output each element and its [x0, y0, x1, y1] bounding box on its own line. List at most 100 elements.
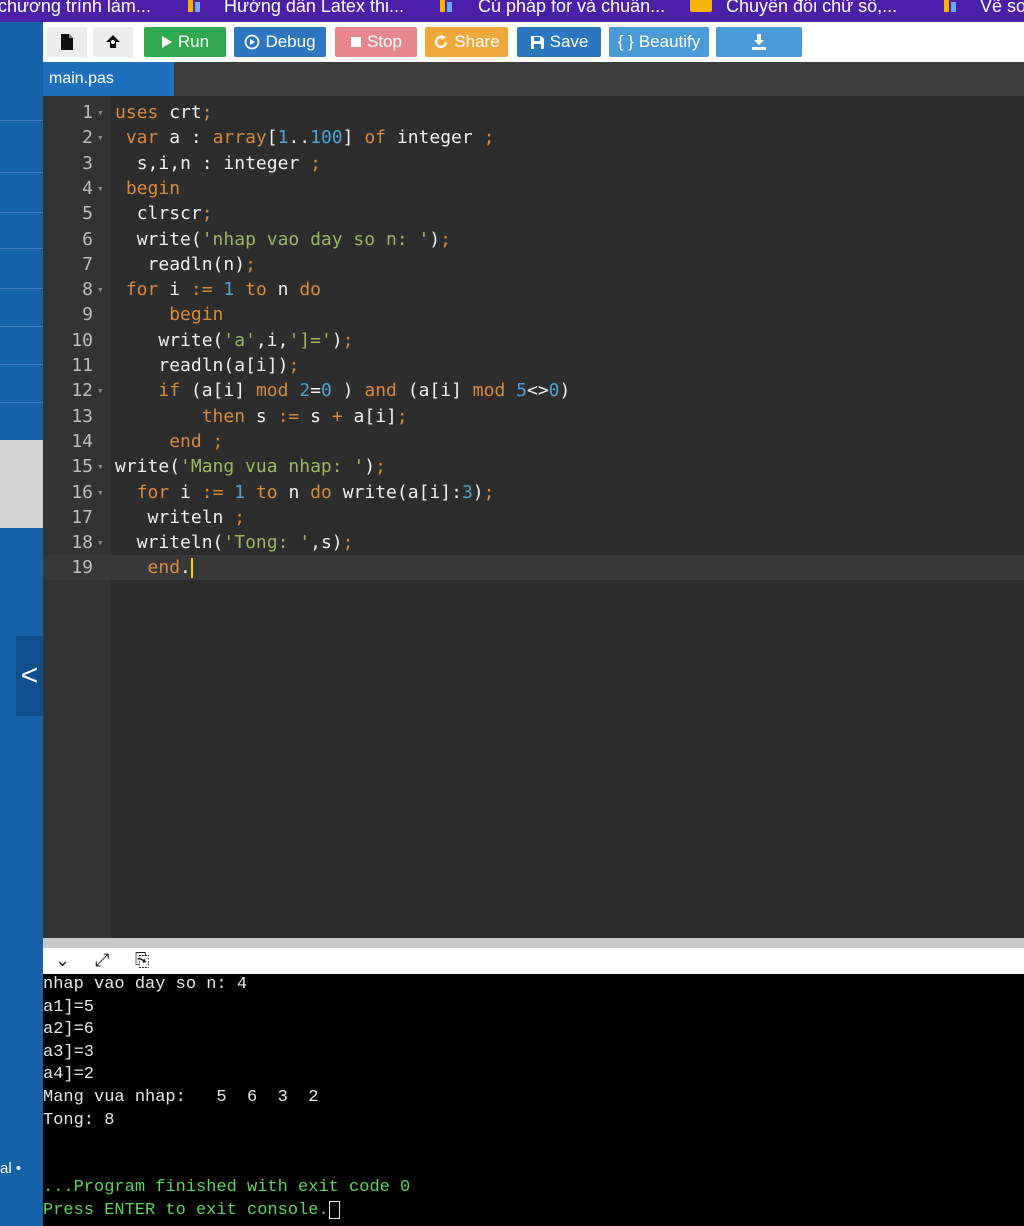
- code-line[interactable]: 4 ▾ begin: [43, 176, 1024, 201]
- code-text: for i := 1 to n do: [125, 279, 322, 301]
- play-icon: [161, 36, 172, 48]
- console-line: a2]=6: [43, 1020, 95, 1040]
- line-number: 14: [71, 430, 93, 452]
- output-console[interactable]: nhap vao day so n: 4 a1]=5 a2]=6 a3]=3 a4]=2…: [43, 974, 1024, 1226]
- code-text: var a : array[1..100] of integer ;: [125, 127, 495, 149]
- line-number: 19: [71, 557, 93, 579]
- console-line: Mang vua nhap: 5 6 3 2: [43, 1088, 319, 1107]
- code-line[interactable]: 16 ▾ for i := 1 to n do write(a[i]:3);: [43, 480, 1024, 505]
- beautify-button[interactable]: { } Beautify: [609, 27, 709, 57]
- fold-arrow-icon[interactable]: ▾: [97, 454, 104, 479]
- line-number: 12: [71, 380, 93, 402]
- fold-arrow-icon[interactable]: ▾: [97, 176, 104, 201]
- fold-arrow-icon[interactable]: ▾: [97, 125, 104, 150]
- line-number: 4: [82, 177, 93, 199]
- bookmark-1[interactable]: Hướng dẫn Latex thi...: [224, 0, 404, 16]
- line-number: 7: [82, 253, 93, 275]
- code-text: readln(a[i]);: [158, 355, 300, 376]
- run-label: Run: [177, 32, 210, 51]
- code-line[interactable]: 5 clrscr;: [43, 201, 1024, 226]
- code-line[interactable]: 15 ▾ write('Mang vua nhap: ');: [43, 454, 1024, 479]
- stop-button[interactable]: Stop: [335, 27, 417, 57]
- line-number: 18: [71, 532, 93, 554]
- fold-arrow-icon[interactable]: ▾: [97, 530, 104, 555]
- line-number: 10: [71, 329, 93, 351]
- tab-main-pas[interactable]: main.pas: [43, 62, 174, 96]
- sidebar-divider: [0, 172, 43, 173]
- code-text: if (a[i] mod 2=0 ) and (a[i] mod 5<>0): [158, 380, 571, 402]
- code-line[interactable]: 14 end ;: [43, 429, 1024, 454]
- code-text: clrscr;: [136, 203, 213, 225]
- stop-icon: [351, 37, 361, 47]
- fold-arrow-icon[interactable]: ▾: [97, 480, 104, 505]
- bookmark-3[interactable]: Chuyển đổi chữ số,...: [726, 0, 897, 16]
- code-line[interactable]: 19 end.: [43, 555, 1024, 581]
- line-number: 13: [71, 405, 93, 427]
- sidebar-divider: [0, 326, 43, 327]
- console-line: nhap vao day so n: 4: [43, 975, 248, 994]
- upload-icon: [106, 35, 120, 48]
- code-text: for i := 1 to n do write(a[i]:3);: [136, 481, 495, 503]
- code-line[interactable]: 17 writeln ;: [43, 505, 1024, 530]
- collapse-sidebar-button[interactable]: <: [16, 636, 43, 716]
- code-text: end ;: [169, 430, 224, 452]
- code-line[interactable]: 12 ▾ if (a[i] mod 2=0 ) and (a[i] mod 5<>…: [43, 378, 1024, 403]
- code-line[interactable]: 9 begin: [43, 302, 1024, 327]
- download-button[interactable]: [716, 27, 802, 57]
- expand-icon[interactable]: ⤢: [95, 950, 109, 971]
- bar-chart-icon: [944, 0, 966, 12]
- fold-arrow-icon[interactable]: ▾: [97, 277, 104, 302]
- clear-console-icon[interactable]: ⎘: [135, 950, 149, 971]
- sidebar-divider: [0, 402, 43, 403]
- save-button[interactable]: Save: [517, 27, 601, 57]
- code-line[interactable]: 7 readln(n);: [43, 252, 1024, 277]
- code-line[interactable]: 18 ▾ writeln('Tong: ',s);: [43, 530, 1024, 555]
- new-file-button[interactable]: [47, 27, 87, 57]
- editor-toolbar: Run Debug Stop Share Save { } Beautify: [43, 22, 1024, 62]
- bar-chart-icon: [440, 0, 462, 12]
- share-button[interactable]: Share: [425, 27, 508, 57]
- code-line[interactable]: 8 ▾ for i := 1 to n do: [43, 277, 1024, 302]
- fold-arrow-icon[interactable]: ▾: [97, 378, 104, 403]
- bookmark-2[interactable]: Cú pháp for và chuẩn...: [478, 0, 665, 16]
- code-text: begin: [125, 177, 181, 199]
- share-label: Share: [454, 32, 500, 51]
- code-text: write('a',i,']=');: [158, 329, 354, 351]
- line-number: 16: [71, 481, 93, 503]
- code-text: writeln('Tong: ',s);: [136, 532, 354, 554]
- fold-arrow-icon[interactable]: ▾: [97, 100, 104, 125]
- sidebar-item-highlight[interactable]: [0, 440, 43, 528]
- console-toolbar: ⌄ ⤢ ⎘: [43, 948, 1024, 974]
- bookmark-0[interactable]: chương trình làm...: [0, 0, 151, 16]
- debug-icon: [245, 34, 260, 50]
- line-number: 9: [82, 304, 93, 326]
- code-line[interactable]: 11 readln(a[i]);: [43, 353, 1024, 378]
- code-line[interactable]: 13 then s := s + a[i];: [43, 404, 1024, 429]
- console-prompt: Press ENTER to exit console.: [43, 1200, 340, 1222]
- code-line[interactable]: 6 write('nhap vao day so n: ');: [43, 227, 1024, 252]
- bookmark-4[interactable]: Vẽ sơ: [980, 0, 1024, 16]
- console-line: a3]=3: [43, 1042, 95, 1062]
- left-sidebar: < al •: [0, 22, 43, 1226]
- code-text: writeln ;: [147, 506, 246, 528]
- upload-button[interactable]: [93, 27, 133, 57]
- sidebar-divider: [0, 212, 43, 213]
- braces-icon: { }: [617, 32, 634, 51]
- run-button[interactable]: Run: [144, 27, 226, 57]
- code-line[interactable]: 1 ▾ uses crt;: [43, 100, 1024, 125]
- code-line[interactable]: 3 s,i,n : integer ;: [43, 151, 1024, 176]
- console-cursor: [328, 1200, 340, 1219]
- line-number: 11: [71, 355, 93, 376]
- code-line[interactable]: 2 ▾ var a : array[1..100] of integer ;: [43, 125, 1024, 150]
- code-editor[interactable]: 1 ▾ uses crt; 2 ▾ var a : array[1..100] of i…: [43, 96, 1024, 938]
- panel-splitter[interactable]: [43, 938, 1024, 948]
- code-text: write('nhap vao day so n: ');: [136, 228, 451, 250]
- sidebar-divider: [0, 248, 43, 249]
- debug-button[interactable]: Debug: [234, 27, 326, 57]
- code-line[interactable]: 10 write('a',i,']=');: [43, 328, 1024, 353]
- console-line: a4]=2: [43, 1065, 95, 1085]
- chevron-down-icon[interactable]: ⌄: [55, 950, 70, 971]
- line-number: 17: [71, 506, 93, 528]
- line-number: 6: [82, 228, 93, 250]
- share-icon: [435, 35, 448, 48]
